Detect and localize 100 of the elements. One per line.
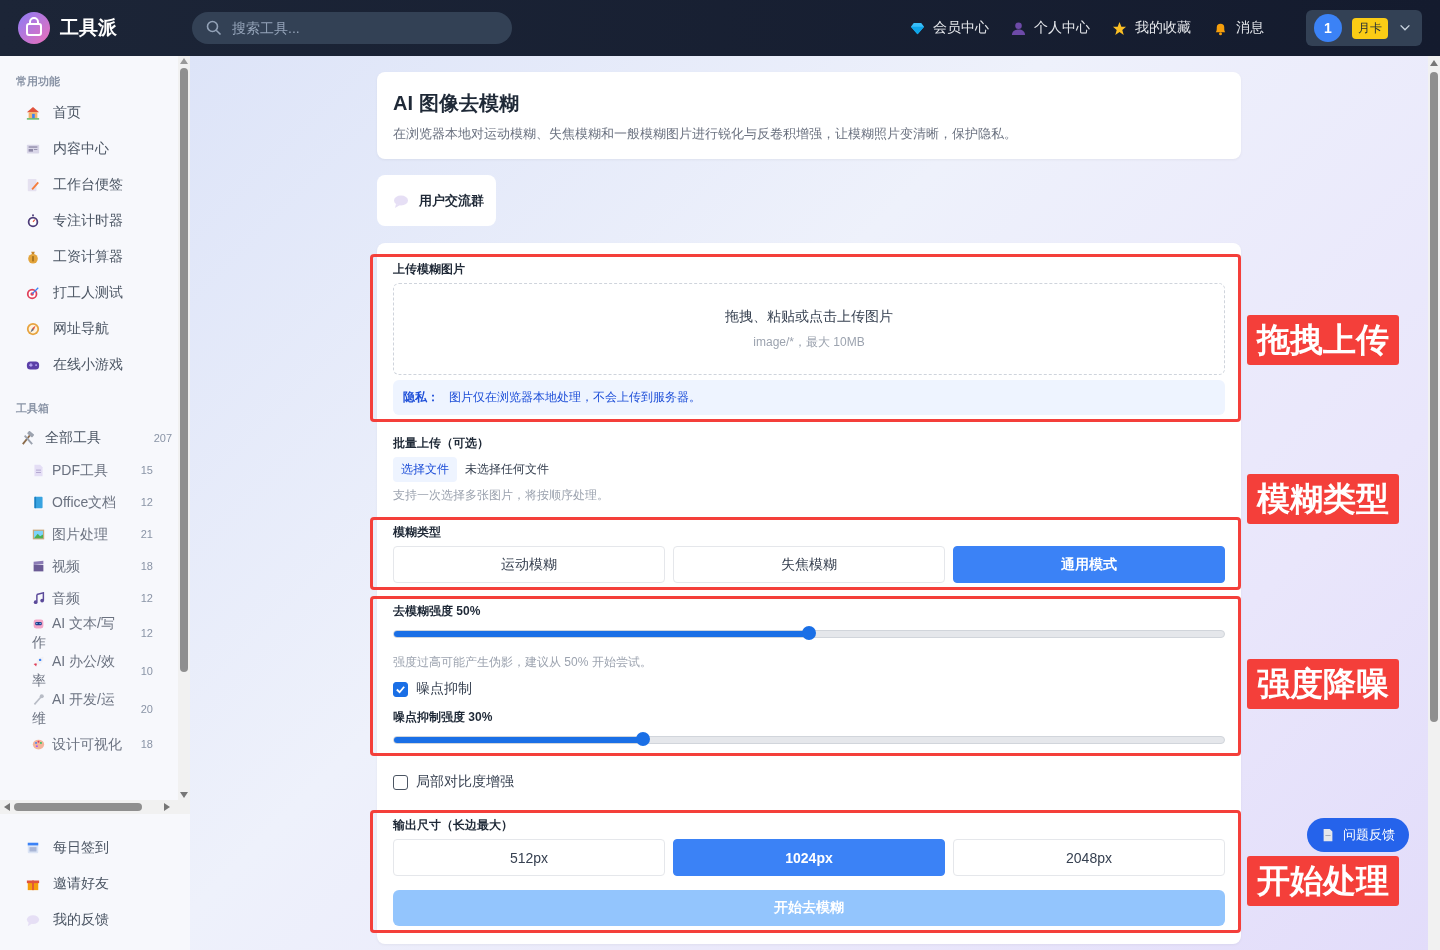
sidebar-item[interactable]: PDF工具: [32, 460, 124, 480]
section-label: 模糊类型: [393, 524, 442, 541]
sidebar-item[interactable]: 首页: [0, 95, 178, 131]
page-title: AI 图像去模糊: [393, 91, 520, 116]
choose-file-button[interactable]: 选择文件: [393, 457, 457, 482]
option-button[interactable]: 失焦模糊: [673, 546, 945, 583]
sidebar-item[interactable]: Office文档: [32, 492, 124, 512]
callout-label: 拖拽上传: [1247, 315, 1399, 365]
membership-badge: 月卡: [1352, 17, 1388, 39]
item-count: 12: [140, 496, 153, 508]
file-status: 未选择任何文件: [465, 461, 549, 478]
option-button[interactable]: 1024px: [673, 839, 945, 876]
sidebar-item[interactable]: 邀请好友: [0, 866, 190, 902]
sidebar-item[interactable]: 网址导航: [0, 311, 178, 347]
scroll-right-icon: [164, 803, 170, 811]
item-count: 18: [140, 738, 153, 750]
scroll-up-icon: [180, 58, 188, 64]
sidebar-item[interactable]: AI 办公/效率: [32, 652, 124, 690]
section-label: 输出尺寸（长边最大）: [393, 817, 514, 834]
robot-icon: [32, 617, 45, 630]
item-count: 15: [140, 464, 153, 476]
hint-text: 强度过高可能产生伪影，建议从 50% 开始尝试。: [393, 654, 653, 671]
nav-link[interactable]: 我的收藏: [1112, 19, 1191, 37]
music-note-icon: [32, 591, 45, 605]
newspaper-icon: [26, 142, 40, 156]
compass-icon: [26, 322, 40, 336]
document-icon: [32, 463, 45, 477]
scroll-up-icon: [1430, 60, 1438, 66]
logo-text[interactable]: 工具派: [60, 15, 117, 41]
item-count: 12: [140, 592, 153, 604]
dropzone-text: 拖拽、粘贴或点击上传图片: [725, 307, 893, 326]
sidebar-item[interactable]: 设计可视化: [32, 734, 124, 754]
callout-label: 开始处理: [1247, 856, 1399, 906]
sidebar-item[interactable]: AI 开发/运维: [32, 690, 124, 728]
sidebar-item[interactable]: 每日签到: [0, 830, 190, 866]
option-button[interactable]: 2048px: [953, 839, 1225, 876]
person-icon: [1011, 20, 1026, 36]
upload-dropzone[interactable]: 拖拽、粘贴或点击上传图片 image/*，最大 10MB: [393, 283, 1225, 375]
option-button[interactable]: 运动模糊: [393, 546, 665, 583]
sidebar-item[interactable]: 全部工具: [20, 429, 154, 447]
section-label: 批量上传（可选）: [393, 435, 490, 452]
diamond-icon: [910, 20, 925, 36]
tools-icon: [20, 430, 35, 446]
sidebar-item[interactable]: 打工人测试: [0, 275, 178, 311]
sidebar-item[interactable]: 内容中心: [0, 131, 178, 167]
scrollbar[interactable]: [0, 800, 190, 814]
search-icon: [206, 20, 222, 36]
dropzone-hint: image/*，最大 10MB: [753, 333, 865, 351]
logo-icon: [18, 12, 50, 44]
item-count: 10: [140, 665, 153, 677]
feedback-button[interactable]: 问题反馈: [1307, 818, 1409, 852]
scroll-down-icon: [180, 792, 188, 798]
nav-link[interactable]: 会员中心: [910, 19, 989, 37]
scrollbar[interactable]: [1428, 56, 1440, 950]
item-count: 21: [140, 528, 153, 540]
rocket-icon: [32, 655, 45, 668]
sidebar-item[interactable]: 音频: [32, 588, 124, 608]
section-label: 上传模糊图片: [393, 261, 466, 278]
checkbox-label: 噪点抑制: [416, 680, 472, 698]
privacy-notice: 隐私： 图片仅在浏览器本地处理，不会上传到服务器。: [393, 380, 1225, 415]
calendar-icon: [26, 841, 40, 855]
memo-icon: [26, 178, 40, 192]
sidebar-item[interactable]: 我的反馈: [0, 902, 190, 938]
money-bag-icon: [26, 250, 40, 264]
page-description: 在浏览器本地对运动模糊、失焦模糊和一般模糊图片进行锐化与反卷积增强，让模糊照片变清晰，保护隐私。: [393, 125, 1018, 143]
target-icon: [26, 286, 40, 300]
sidebar-item[interactable]: 工作台便签: [0, 167, 178, 203]
scroll-left-icon: [4, 803, 10, 811]
sidebar-item[interactable]: AI 文本/写作: [32, 614, 124, 652]
sidebar-item[interactable]: 在线小游戏: [0, 347, 178, 383]
item-count: 12: [140, 627, 153, 639]
sidebar-item[interactable]: 专注计时器: [0, 203, 178, 239]
sidebar-item[interactable]: 视频: [32, 556, 124, 576]
user-avatar: 1: [1314, 14, 1342, 42]
group-chat-button[interactable]: 用户交流群: [377, 175, 496, 226]
option-button[interactable]: 512px: [393, 839, 665, 876]
slider-thumb[interactable]: [802, 626, 816, 640]
clapper-icon: [32, 559, 45, 573]
item-count: 20: [140, 703, 153, 715]
document-icon: [1321, 828, 1335, 842]
item-count: 207: [153, 432, 172, 444]
star-icon: [1112, 20, 1127, 36]
callout-label: 强度降噪: [1247, 659, 1399, 709]
sidebar-item[interactable]: 工资计算器: [0, 239, 178, 275]
nav-link[interactable]: 消息: [1213, 19, 1264, 37]
nav-link[interactable]: 个人中心: [1011, 19, 1090, 37]
stopwatch-icon: [26, 214, 40, 228]
option-button[interactable]: 通用模式: [953, 546, 1225, 583]
checkbox[interactable]: [393, 681, 408, 697]
scrollbar[interactable]: [178, 56, 190, 800]
sidebar-item[interactable]: 图片处理: [32, 524, 124, 544]
callout-label: 模糊类型: [1247, 474, 1399, 524]
section-label: 去模糊强度 50%: [393, 603, 482, 620]
palette-icon: [32, 737, 45, 751]
speech-bubble-icon: [26, 913, 40, 927]
section-label: 噪点抑制强度 30%: [393, 709, 494, 726]
user-menu[interactable]: 1 月卡: [1306, 10, 1422, 46]
slider-thumb[interactable]: [636, 732, 650, 746]
search-field[interactable]: 搜索工具...: [192, 12, 512, 44]
checkbox[interactable]: [393, 774, 408, 790]
